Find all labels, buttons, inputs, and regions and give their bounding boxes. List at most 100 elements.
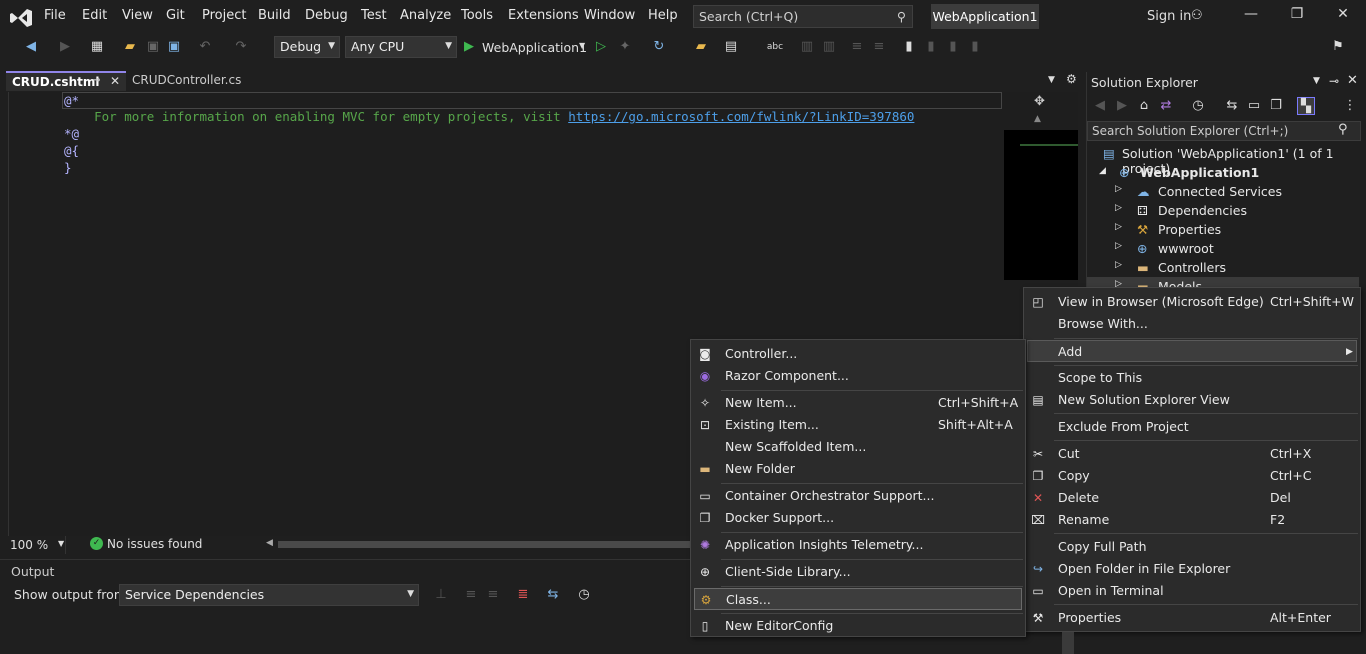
tree-item-wwwroot[interactable]: wwwroot xyxy=(1158,241,1214,256)
scroll-up-icon[interactable]: ▲ xyxy=(1034,114,1041,124)
word-wrap-icon[interactable]: ⇆ xyxy=(544,586,562,604)
menu-copy[interactable]: ❐ Copy Ctrl+C xyxy=(1024,465,1360,487)
menu-help[interactable]: Help xyxy=(648,8,678,23)
clear-bookmarks-icon[interactable]: ▮ xyxy=(966,38,984,56)
menu-add-controller[interactable]: ◙ Controller... xyxy=(691,343,1025,365)
menu-test[interactable]: Test xyxy=(361,8,387,23)
issues-status[interactable]: No issues found xyxy=(107,537,202,551)
redo-icon[interactable]: ↷ xyxy=(232,38,250,56)
back-icon[interactable]: ◀ xyxy=(22,38,40,56)
indent-icon[interactable]: ≡ xyxy=(848,38,866,56)
sync-icon[interactable]: ⇆ xyxy=(1223,97,1241,115)
solution-name-badge[interactable]: WebApplication1 xyxy=(931,4,1039,29)
minimize-icon[interactable]: — xyxy=(1236,6,1266,28)
run-target-chevron-icon[interactable]: ▼ xyxy=(579,41,585,50)
menu-properties[interactable]: ⚒ Properties Alt+Enter xyxy=(1024,607,1360,629)
menu-add-new-folder[interactable]: ▬ New Folder xyxy=(691,458,1025,480)
menu-add-razor-component[interactable]: ◉ Razor Component... xyxy=(691,365,1025,387)
horizontal-scrollbar[interactable] xyxy=(278,541,698,548)
solution-search-input[interactable]: Search Solution Explorer (Ctrl+;) ⚲ xyxy=(1087,121,1361,141)
menu-add-orchestrator-support[interactable]: ▭ Container Orchestrator Support... xyxy=(691,485,1025,507)
menu-file[interactable]: File xyxy=(44,8,66,23)
close-icon[interactable]: ✕ xyxy=(1328,6,1358,28)
collapsed-arrow-icon[interactable]: ▷ xyxy=(1115,222,1122,232)
minimap-viewport[interactable] xyxy=(1004,130,1078,280)
new-project-icon[interactable]: ▦ xyxy=(88,38,106,56)
clear-all-icon[interactable]: ≣ xyxy=(514,586,532,604)
tree-item-properties[interactable]: Properties xyxy=(1158,222,1221,237)
menu-open-folder[interactable]: ↪ Open Folder in File Explorer xyxy=(1024,558,1360,580)
tab-crud-cshtml[interactable]: CRUD.cshtml ⊸ ✕ xyxy=(6,71,126,91)
output-source-dropdown[interactable]: Service Dependencies ▼ xyxy=(119,584,419,606)
menu-add-editorconfig[interactable]: ▯ New EditorConfig xyxy=(691,615,1025,637)
menu-scope-to-this[interactable]: Scope to This xyxy=(1024,367,1360,389)
split-view-icon[interactable]: ✥ xyxy=(1034,94,1045,109)
menu-add-scaffolded-item[interactable]: New Scaffolded Item... xyxy=(691,436,1025,458)
menu-add-app-insights[interactable]: ✺ Application Insights Telemetry... xyxy=(691,534,1025,556)
next-message-icon[interactable]: ≡ xyxy=(484,586,502,604)
pin-icon[interactable]: ⊸ xyxy=(92,75,100,86)
collapse-all-icon[interactable]: ▭ xyxy=(1245,97,1263,115)
tree-item-dependencies[interactable]: Dependencies xyxy=(1158,203,1247,218)
vertical-scrollbar[interactable] xyxy=(1062,632,1074,654)
uncomment-icon[interactable]: ▥ xyxy=(820,38,838,56)
menu-edit[interactable]: Edit xyxy=(82,8,107,23)
window-position-icon[interactable]: ▼ xyxy=(1313,76,1320,86)
menu-add-existing-item[interactable]: ⊡ Existing Item... Shift+Alt+A xyxy=(691,414,1025,436)
prev-bookmark-icon[interactable]: ▮ xyxy=(922,38,940,56)
menu-browse-with[interactable]: Browse With... xyxy=(1024,313,1360,335)
menu-view-in-browser[interactable]: ◰ View in Browser (Microsoft Edge) Ctrl+… xyxy=(1024,291,1360,313)
prev-message-icon[interactable]: ≡ xyxy=(462,586,480,604)
collapsed-arrow-icon[interactable]: ▷ xyxy=(1115,260,1122,270)
show-all-files-icon[interactable]: ❐ xyxy=(1267,97,1285,115)
menu-project[interactable]: Project xyxy=(202,8,246,23)
close-tab-icon[interactable]: ✕ xyxy=(110,74,120,88)
menu-build[interactable]: Build xyxy=(258,8,291,23)
menu-open-in-terminal[interactable]: ▭ Open in Terminal xyxy=(1024,580,1360,602)
run-target-button[interactable]: WebApplication1 xyxy=(482,40,587,55)
pin-icon[interactable]: ⊸ xyxy=(1329,74,1339,88)
menu-copy-full-path[interactable]: Copy Full Path xyxy=(1024,536,1360,558)
menu-add-client-side-library[interactable]: ⊕ Client-Side Library... xyxy=(691,561,1025,583)
next-bookmark-icon[interactable]: ▮ xyxy=(944,38,962,56)
timestamp-icon[interactable]: ◷ xyxy=(575,586,593,604)
refresh-icon[interactable]: ↻ xyxy=(650,38,668,56)
play-icon[interactable]: ▶ xyxy=(464,39,474,54)
scroll-left-icon[interactable]: ◀ xyxy=(266,538,273,548)
configuration-dropdown[interactable]: Debug ▼ xyxy=(274,36,340,58)
menu-analyze[interactable]: Analyze xyxy=(400,8,451,23)
feedback-icon[interactable]: ⚑ xyxy=(1329,38,1347,56)
find-message-icon[interactable]: ⊥ xyxy=(432,586,450,604)
preview-selected-icon[interactable]: ▚ xyxy=(1297,97,1315,115)
expanded-arrow-icon[interactable]: ◢ xyxy=(1099,166,1106,176)
comment-icon[interactable]: ▥ xyxy=(798,38,816,56)
project-node[interactable]: WebApplication1 xyxy=(1140,165,1259,180)
tab-crud-controller[interactable]: CRUDController.cs xyxy=(126,71,244,91)
menu-add-new-item[interactable]: ✧ New Item... Ctrl+Shift+A xyxy=(691,392,1025,414)
menu-add-class[interactable]: ⚙ Class... xyxy=(694,588,1022,610)
menu-new-solution-explorer-view[interactable]: ▤ New Solution Explorer View xyxy=(1024,389,1360,411)
restore-icon[interactable]: ❐ xyxy=(1282,6,1312,28)
menu-debug[interactable]: Debug xyxy=(305,8,348,23)
outdent-icon[interactable]: ≡ xyxy=(870,38,888,56)
account-icon[interactable]: ⚇ xyxy=(1191,8,1203,23)
collapsed-arrow-icon[interactable]: ▷ xyxy=(1115,203,1122,213)
menu-add[interactable]: Add ▶ xyxy=(1027,340,1357,362)
sign-in-link[interactable]: Sign in xyxy=(1147,9,1191,24)
start-without-debugging-icon[interactable]: ▷ xyxy=(592,38,610,56)
undo-icon[interactable]: ↶ xyxy=(196,38,214,56)
menu-delete[interactable]: ✕ Delete Del xyxy=(1024,487,1360,509)
save-icon[interactable]: ▣ xyxy=(144,38,162,56)
bookmark-icon[interactable]: ▮ xyxy=(900,38,918,56)
menu-cut[interactable]: ✂ Cut Ctrl+X xyxy=(1024,443,1360,465)
forward-icon[interactable]: ▶ xyxy=(1113,97,1131,115)
spell-check-icon[interactable]: abc xyxy=(766,38,784,56)
platform-dropdown[interactable]: Any CPU ▼ xyxy=(345,36,457,58)
menu-window[interactable]: Window xyxy=(584,8,635,23)
save-all-icon[interactable]: ▣ xyxy=(165,38,183,56)
tab-list-chevron-icon[interactable]: ▼ xyxy=(1048,75,1055,85)
close-panel-icon[interactable]: ✕ xyxy=(1347,73,1358,88)
tree-item-connected-services[interactable]: Connected Services xyxy=(1158,184,1282,199)
forward-icon[interactable]: ▶ xyxy=(56,38,74,56)
menu-git[interactable]: Git xyxy=(166,8,185,23)
